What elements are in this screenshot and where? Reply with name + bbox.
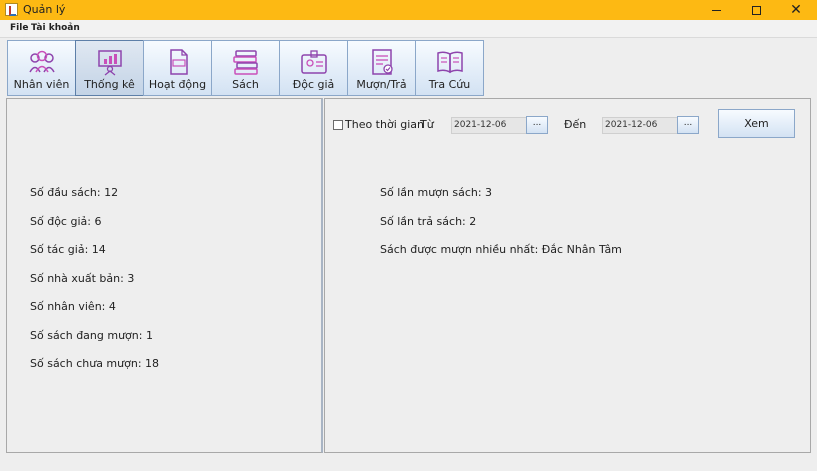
toolbar-button-borrow-return[interactable]: Mượn/Trả — [347, 40, 416, 96]
to-label: Đến — [564, 118, 587, 131]
log-document-icon — [161, 47, 195, 77]
from-date-picker-button[interactable]: ... — [526, 116, 548, 134]
to-date-field[interactable]: 2021-12-06 — [602, 117, 678, 134]
by-time-checkbox[interactable] — [333, 120, 343, 130]
from-label: Từ — [420, 118, 434, 131]
stat-not-borrowed-books: Số sách chưa mượn: 18 — [30, 357, 160, 370]
activity-panel: Theo thời gian Từ 2021-12-06 ... Đến 202… — [324, 98, 811, 453]
toolbar-label: Tra Cứu — [428, 78, 471, 91]
menu-account[interactable]: Tài khoản — [31, 23, 80, 33]
to-date-picker-button[interactable]: ... — [677, 116, 699, 134]
view-button[interactable]: Xem — [718, 109, 795, 138]
book-stack-icon — [229, 47, 263, 77]
maximize-button[interactable] — [736, 0, 776, 20]
stat-readers: Số độc giả: 6 — [30, 215, 102, 228]
toolbar-label: Nhân viên — [13, 78, 70, 91]
open-book-icon — [433, 47, 467, 77]
maximize-icon — [751, 5, 761, 15]
stat-borrowed-books: Số sách đang mượn: 1 — [30, 329, 153, 342]
toolbar-label: Hoạt động — [148, 78, 207, 91]
stat-staff: Số nhân viên: 4 — [30, 300, 116, 313]
toolbar-button-staff[interactable]: Nhân viên — [7, 40, 76, 96]
toolbar-button-readers[interactable]: Độc giả — [279, 40, 348, 96]
toolbar-button-books[interactable]: Sách — [211, 40, 280, 96]
title-bar: Quản lý ✕ — [0, 0, 817, 20]
presentation-chart-icon — [93, 47, 127, 77]
stat-authors: Số tác giả: 14 — [30, 243, 106, 256]
toolbar-label: Mượn/Trả — [356, 78, 407, 91]
menu-file[interactable]: File — [10, 23, 28, 33]
toolbar-label: Độc giả — [292, 78, 335, 91]
toolbar-button-search[interactable]: Tra Cứu — [415, 40, 484, 96]
most-borrowed-book: Sách được mượn nhiều nhất: Đắc Nhân Tâm — [380, 243, 622, 256]
toolbar-label: Sách — [232, 78, 259, 91]
users-icon — [25, 47, 59, 77]
menu-bar: File Tài khoản — [0, 20, 817, 38]
toolbar: Nhân viên Thống kê Hoạt động Sách Độc gi… — [7, 40, 484, 96]
toolbar-button-statistics[interactable]: Thống kê — [75, 40, 144, 96]
return-count: Số lần trả sách: 2 — [380, 215, 477, 228]
checklist-icon — [365, 47, 399, 77]
from-date-field[interactable]: 2021-12-06 — [451, 117, 527, 134]
close-button[interactable]: ✕ — [776, 0, 816, 20]
stat-publishers: Số nhà xuất bản: 3 — [30, 272, 135, 285]
by-time-label: Theo thời gian — [345, 118, 425, 131]
window-title: Quản lý — [23, 3, 66, 16]
stat-book-titles: Số đầu sách: 12 — [30, 186, 119, 199]
minimize-icon — [711, 9, 721, 11]
statistics-panel: Số đầu sách: 12 Số độc giả: 6 Số tác giả… — [6, 98, 323, 453]
close-icon: ✕ — [790, 2, 802, 18]
id-card-icon — [297, 47, 331, 77]
app-icon — [5, 3, 18, 16]
toolbar-label: Thống kê — [84, 78, 135, 91]
toolbar-button-activity[interactable]: Hoạt động — [143, 40, 212, 96]
minimize-button[interactable] — [696, 0, 736, 20]
borrow-count: Số lần mượn sách: 3 — [380, 186, 493, 199]
